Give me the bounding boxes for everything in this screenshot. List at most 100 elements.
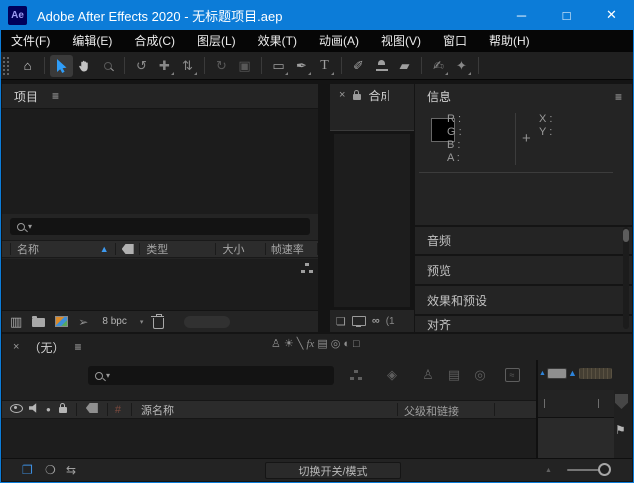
- home-tool-button[interactable]: ⌂: [16, 55, 39, 77]
- collapse-transformations-icon[interactable]: ☀: [284, 337, 294, 350]
- timeline-track-area[interactable]: [538, 418, 614, 458]
- hand-tool-button[interactable]: [73, 55, 96, 77]
- timeline-time-zoom-knob[interactable]: [598, 463, 611, 476]
- inout-stretch-pane-button[interactable]: ⇆: [66, 463, 76, 477]
- quality-switch-icon[interactable]: ╲: [297, 337, 304, 350]
- tab-info[interactable]: 信息: [427, 88, 451, 105]
- eraser-tool-button[interactable]: ▰: [393, 55, 416, 77]
- audio-toggle-column[interactable]: [29, 403, 39, 416]
- dolly-camera-tool-button[interactable]: ⇅: [176, 55, 199, 77]
- zoom-in-mountain-icon[interactable]: ▲: [568, 369, 577, 378]
- menu-file[interactable]: 文件(F): [0, 30, 61, 52]
- scrollbar-thumb[interactable]: [623, 229, 629, 242]
- project-bin[interactable]: [2, 108, 318, 214]
- zoom-tool-button[interactable]: [96, 55, 119, 77]
- label-column[interactable]: [85, 403, 98, 416]
- minimize-button[interactable]: ─: [499, 0, 544, 30]
- menu-view[interactable]: 视图(V): [370, 30, 432, 52]
- timeline-zoom-out-icon[interactable]: ▲: [545, 467, 552, 474]
- menu-window[interactable]: 窗口: [432, 30, 478, 52]
- shy-switch-icon[interactable]: ♙: [271, 337, 281, 350]
- tab-project[interactable]: 项目: [14, 88, 38, 105]
- panel-tab-preview[interactable]: 预览: [415, 254, 632, 284]
- lock-column[interactable]: [58, 403, 67, 416]
- composition-viewer[interactable]: [330, 130, 414, 310]
- new-folder-button[interactable]: [32, 316, 46, 327]
- motion-blur-button[interactable]: ◎: [468, 365, 492, 385]
- rotation-tool-button[interactable]: ↻: [210, 55, 233, 77]
- zoom-level-text[interactable]: (1: [386, 316, 395, 327]
- adjustment-layer-switch-icon[interactable]: ◐: [343, 338, 350, 350]
- panel-tab-effects-presets[interactable]: 效果和预设: [415, 284, 632, 314]
- puppet-pin-tool-button[interactable]: ✦: [450, 55, 473, 77]
- lock-icon[interactable]: [353, 90, 362, 100]
- draft-3d-button[interactable]: ◈: [380, 365, 404, 385]
- selection-tool-button[interactable]: [50, 54, 73, 77]
- sort-ascending-icon[interactable]: ▲: [100, 244, 115, 254]
- zoom-out-mountain-icon[interactable]: ▲: [539, 370, 546, 377]
- column-frame-rate[interactable]: 帧速率: [266, 241, 317, 257]
- text-tool-button[interactable]: T: [313, 55, 336, 77]
- timeline-search-input[interactable]: ▾: [88, 366, 334, 385]
- comp-marker-bin-icon[interactable]: [615, 394, 628, 409]
- motion-blur-switch-icon[interactable]: ◎: [331, 337, 341, 350]
- marker-icon[interactable]: ⚑: [615, 423, 626, 437]
- toolbar-drag-handle[interactable]: [3, 56, 9, 75]
- monitor-icon[interactable]: [351, 316, 366, 327]
- panel-menu-icon[interactable]: ≡: [52, 89, 59, 103]
- clone-stamp-tool-button[interactable]: [370, 55, 393, 77]
- video-toggle-column[interactable]: [10, 403, 23, 416]
- index-column[interactable]: #: [115, 404, 121, 416]
- threed-layer-switch-icon[interactable]: □: [353, 338, 360, 350]
- new-composition-button[interactable]: [55, 316, 69, 327]
- column-size[interactable]: 大小: [216, 241, 264, 257]
- vr-goggles-icon[interactable]: ∞: [372, 315, 380, 327]
- orbit-camera-tool-button[interactable]: ↺: [130, 55, 153, 77]
- shy-layers-button[interactable]: ♙: [416, 365, 440, 385]
- scrollbar-track[interactable]: [623, 227, 629, 329]
- solo-column[interactable]: ●: [46, 405, 51, 414]
- delete-button[interactable]: [151, 314, 165, 329]
- pan-camera-tool-button[interactable]: ✚: [153, 55, 176, 77]
- tab-composition[interactable]: 合成: [368, 87, 386, 104]
- menu-edit[interactable]: 编辑(E): [61, 30, 123, 52]
- project-search-input[interactable]: ▾: [10, 218, 310, 235]
- menu-composition[interactable]: 合成(C): [123, 30, 186, 52]
- close-tab-icon[interactable]: ×: [13, 341, 19, 353]
- brush-tool-button[interactable]: ✐: [347, 55, 370, 77]
- source-name-column[interactable]: 源名称: [141, 402, 174, 418]
- zoom-slider-handle[interactable]: [546, 368, 567, 379]
- mini-flowchart-button[interactable]: [344, 365, 368, 385]
- time-ruler[interactable]: [538, 390, 614, 418]
- panel-menu-icon[interactable]: ≡: [615, 90, 622, 104]
- frame-blending-button[interactable]: ▤: [442, 365, 466, 385]
- project-items-area[interactable]: [2, 259, 318, 310]
- close-tab-icon[interactable]: ×: [339, 89, 345, 101]
- column-name[interactable]: 名称: [11, 241, 100, 257]
- transfer-controls-pane-button[interactable]: ❍: [45, 463, 56, 477]
- zoom-slider-track[interactable]: [578, 368, 612, 379]
- panel-menu-icon[interactable]: ≡: [74, 340, 81, 354]
- menu-animation[interactable]: 动画(A): [308, 30, 370, 52]
- menu-help[interactable]: 帮助(H): [478, 30, 541, 52]
- camera-roi-tool-button[interactable]: ▣: [233, 55, 256, 77]
- layer-switches-pane-button[interactable]: ❐: [22, 463, 33, 477]
- parent-link-column[interactable]: 父级和链接: [404, 403, 459, 419]
- maximize-button[interactable]: □: [544, 0, 589, 30]
- pen-tool-button[interactable]: ✒: [290, 55, 313, 77]
- column-label[interactable]: [116, 244, 139, 254]
- interpret-footage-button[interactable]: ▥: [10, 314, 22, 330]
- column-type[interactable]: 类型: [140, 241, 215, 257]
- project-flowchart-icon[interactable]: [301, 263, 313, 273]
- layer-list-area[interactable]: [2, 419, 536, 458]
- rectangle-tool-button[interactable]: ▭: [267, 55, 290, 77]
- menu-layer[interactable]: 图层(L): [186, 30, 247, 52]
- toggle-switches-modes-button[interactable]: 切换开关/模式: [265, 462, 401, 479]
- panel-tab-audio[interactable]: 音频: [415, 225, 632, 254]
- roto-brush-tool-button[interactable]: ✍: [427, 55, 450, 77]
- bit-depth-button[interactable]: 8 bpc: [102, 316, 126, 327]
- frame-blend-switch-icon[interactable]: ▤: [317, 337, 327, 350]
- fx-switch-icon[interactable]: fx: [306, 338, 314, 350]
- tab-timeline-none[interactable]: （无）: [28, 339, 64, 356]
- quill-icon[interactable]: ➢: [78, 315, 88, 329]
